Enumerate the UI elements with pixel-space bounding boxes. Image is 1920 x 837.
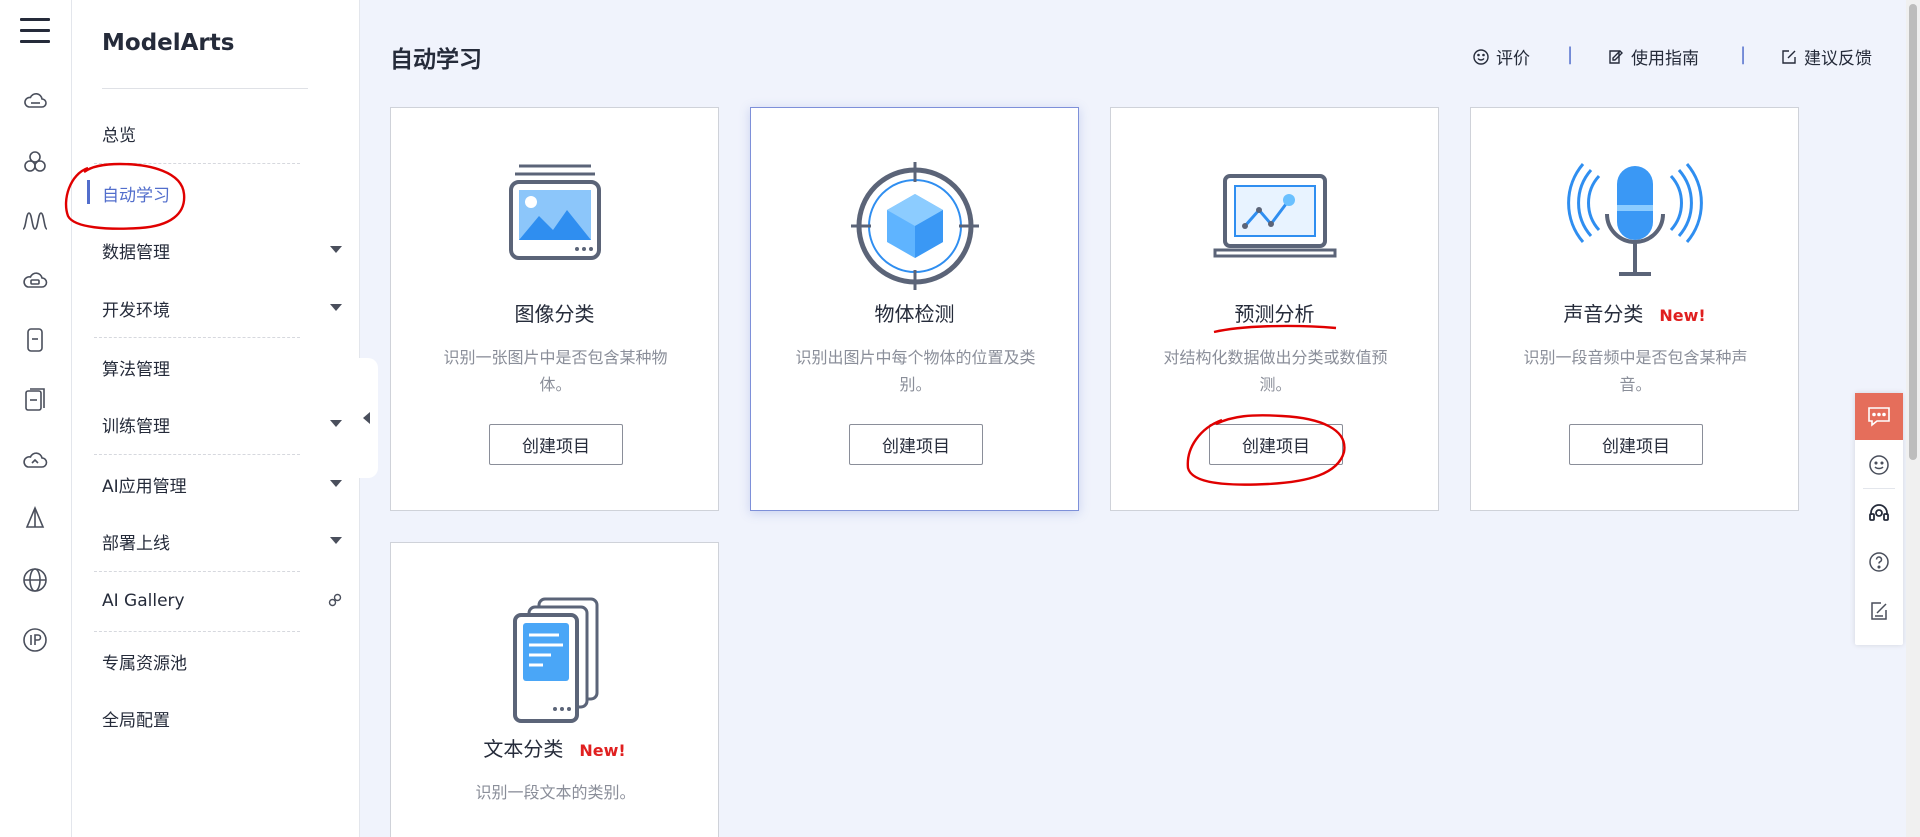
edit-doc-icon xyxy=(1609,49,1623,64)
divider xyxy=(1863,488,1895,489)
chevron-down-icon xyxy=(330,537,342,544)
sound-classification-illustration xyxy=(1565,156,1705,296)
floating-toolbar xyxy=(1855,393,1903,645)
menu-icon[interactable] xyxy=(20,18,50,46)
sidebar-item-ai-gallery[interactable]: AI Gallery xyxy=(102,581,342,621)
header-separator: | xyxy=(1740,44,1747,65)
create-project-button[interactable]: 创建项目 xyxy=(489,424,623,465)
chevron-down-icon xyxy=(330,304,342,311)
create-project-button[interactable]: 创建项目 xyxy=(849,424,983,465)
card-description: 识别一张图片中是否包含某种物体。 xyxy=(443,348,668,394)
chat-icon xyxy=(1868,407,1890,427)
sidebar-item-training-management[interactable]: 训练管理 xyxy=(102,404,342,444)
sidebar-item-overview[interactable]: 总览 xyxy=(102,113,342,153)
card-title: 预测分析 xyxy=(1234,302,1315,326)
sidebar-item-global-config[interactable]: 全局配置 xyxy=(102,698,342,738)
guide-link[interactable]: 使用指南 xyxy=(1607,44,1699,69)
icon-rail xyxy=(0,0,72,837)
headset-icon[interactable] xyxy=(1867,501,1891,525)
chevron-down-icon xyxy=(330,246,342,253)
sidebar-collapse-toggle[interactable] xyxy=(356,358,378,478)
card-description: 识别一段文本的类别。 xyxy=(475,783,636,802)
header-separator: | xyxy=(1567,44,1574,65)
guide-label: 使用指南 xyxy=(1631,49,1699,69)
brand-divider xyxy=(102,88,308,89)
divider xyxy=(94,631,300,632)
help-icon[interactable] xyxy=(1867,550,1891,574)
card-title: 声音分类 New! xyxy=(1563,302,1706,326)
sidebar-item-data-management[interactable]: 数据管理 xyxy=(102,230,342,270)
cloud-server-icon[interactable] xyxy=(21,88,49,116)
chevron-down-icon xyxy=(330,480,342,487)
chevron-down-icon xyxy=(330,420,342,427)
lamp-icon[interactable] xyxy=(21,505,49,533)
create-project-button[interactable]: 创建项目 xyxy=(1569,424,1703,465)
sidebar: ModelArts 总览 自动学习 数据管理 开发环境 算法管理 训练管理 AI… xyxy=(72,0,360,837)
survey-icon[interactable] xyxy=(1867,599,1891,623)
divider xyxy=(94,571,300,572)
card-sound-classification[interactable]: 声音分类 New! 识别一段音频中是否包含某种声音。 创建项目 xyxy=(1470,107,1799,511)
card-object-detection[interactable]: 物体检测 识别出图片中每个物体的位置及类别。 创建项目 xyxy=(750,107,1079,511)
card-title: 图像分类 xyxy=(514,302,595,326)
smile-icon xyxy=(1473,48,1489,65)
card-title: 文本分类 New! xyxy=(483,737,626,761)
sidebar-item-dev-environment[interactable]: 开发环境 xyxy=(102,288,342,328)
divider xyxy=(94,337,300,338)
card-description: 识别出图片中每个物体的位置及类别。 xyxy=(795,348,1036,394)
active-indicator xyxy=(87,180,90,204)
create-project-button[interactable]: 创建项目 xyxy=(1209,424,1343,465)
sidebar-item-ai-app-management[interactable]: AI应用管理 xyxy=(102,464,342,504)
globe-icon[interactable] xyxy=(21,566,49,594)
tablet-icon[interactable] xyxy=(21,386,49,414)
rate-label: 评价 xyxy=(1496,49,1530,69)
predictive-analysis-illustration xyxy=(1205,156,1345,296)
new-badge: New! xyxy=(579,741,626,760)
scrollbar[interactable] xyxy=(1906,0,1920,837)
ip-icon[interactable] xyxy=(21,626,49,654)
card-description: 对结构化数据做出分类或数值预测。 xyxy=(1163,348,1388,394)
feedback-link[interactable]: 建议反馈 xyxy=(1780,44,1872,69)
sidebar-item-deployment[interactable]: 部署上线 xyxy=(102,521,342,561)
divider xyxy=(94,454,300,455)
external-edit-icon xyxy=(1782,49,1796,64)
divider xyxy=(94,163,300,164)
sidebar-item-dedicated-pool[interactable]: 专属资源池 xyxy=(102,641,342,681)
card-title: 物体检测 xyxy=(874,302,955,326)
image-classification-illustration xyxy=(485,156,625,296)
waveform-icon[interactable] xyxy=(21,207,49,235)
card-description: 识别一段音频中是否包含某种声音。 xyxy=(1523,348,1748,394)
feedback-label: 建议反馈 xyxy=(1804,49,1872,69)
brand-title: ModelArts xyxy=(102,30,235,56)
mobile-icon[interactable] xyxy=(21,326,49,354)
cluster-icon[interactable] xyxy=(21,148,49,176)
sidebar-item-auto-learning[interactable]: 自动学习 xyxy=(102,173,342,213)
robot-assistant-icon[interactable] xyxy=(1867,453,1891,477)
cloud-refresh-icon[interactable] xyxy=(21,446,49,474)
sidebar-item-algorithm-management[interactable]: 算法管理 xyxy=(102,347,342,387)
page-title: 自动学习 xyxy=(390,47,482,73)
text-classification-illustration xyxy=(485,591,625,731)
chat-button[interactable] xyxy=(1855,393,1903,440)
external-link-icon xyxy=(328,593,342,607)
card-predictive-analysis[interactable]: 预测分析 对结构化数据做出分类或数值预测。 创建项目 xyxy=(1110,107,1439,511)
object-detection-illustration xyxy=(845,156,985,296)
new-badge: New! xyxy=(1659,306,1706,325)
rate-link[interactable]: 评价 xyxy=(1472,44,1530,69)
cloud-database-icon[interactable] xyxy=(21,267,49,295)
scrollbar-thumb[interactable] xyxy=(1909,4,1917,460)
card-text-classification[interactable]: 文本分类 New! 识别一段文本的类别。 xyxy=(390,542,719,837)
card-image-classification[interactable]: 图像分类 识别一张图片中是否包含某种物体。 创建项目 xyxy=(390,107,719,511)
